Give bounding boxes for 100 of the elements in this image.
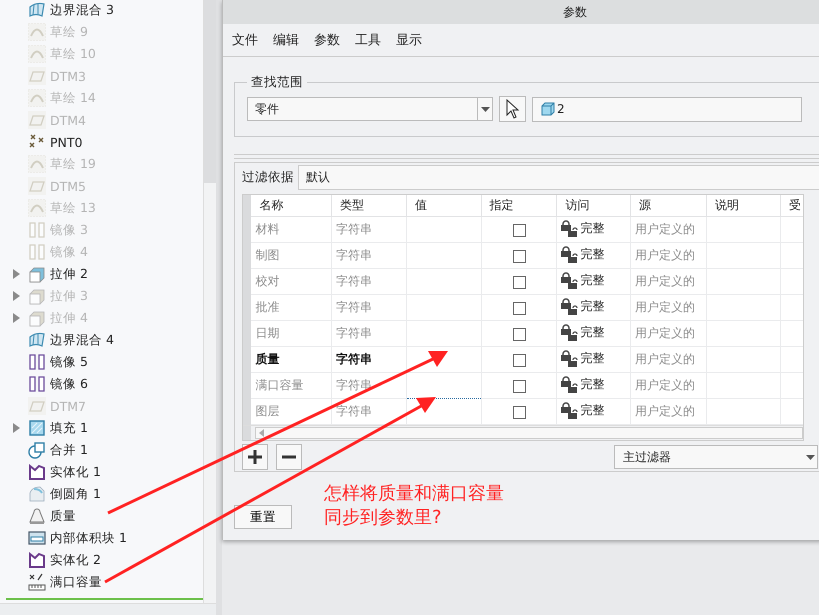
arc-icon — [28, 199, 46, 217]
menu-item[interactable]: 参数 — [314, 31, 340, 49]
tree-item[interactable]: 满口容量 — [50, 574, 102, 590]
column-header[interactable]: 类型 — [331, 195, 406, 216]
checkbox[interactable] — [512, 354, 526, 367]
table-cell: 用户定义的 — [630, 268, 707, 294]
tree-item[interactable]: 合并 1 — [50, 442, 88, 458]
table-cell: 完整 — [580, 220, 604, 236]
table-cell: 用户定义的 — [630, 372, 707, 398]
tree-item[interactable]: 内部体积块 1 — [50, 530, 127, 546]
table-cell: 完整 — [580, 402, 604, 418]
checkbox[interactable] — [512, 302, 526, 315]
tree-item[interactable]: 镜像 5 — [50, 354, 88, 370]
column-header[interactable]: 源 — [630, 195, 707, 216]
table-cell: 完整 — [580, 324, 604, 340]
table-cell: 用户定义的 — [630, 294, 707, 320]
select-button[interactable] — [499, 96, 526, 122]
surface-icon — [28, 1, 46, 19]
remove-button[interactable] — [276, 444, 302, 470]
column-header[interactable]: 指定 — [481, 195, 557, 216]
block-icon — [28, 529, 46, 547]
scope-dropdown[interactable]: 零件 — [247, 97, 493, 121]
lock-icon — [561, 375, 580, 393]
table-cell: 完整 — [580, 298, 604, 314]
mirror-icon — [28, 375, 46, 393]
plus-icon — [248, 450, 262, 464]
dropdown-arrow-icon[interactable] — [480, 106, 490, 112]
tree-item[interactable]: 实体化 1 — [50, 464, 101, 480]
expand-arrow-icon[interactable] — [12, 291, 20, 301]
scroll-left-icon[interactable] — [259, 429, 264, 437]
scrollbar[interactable] — [203, 0, 216, 603]
tree-item[interactable]: 镜像 6 — [50, 376, 88, 392]
arc-icon — [28, 45, 46, 63]
lock-icon — [561, 271, 580, 289]
checkbox[interactable] — [512, 380, 526, 393]
table-cell: 完整 — [580, 272, 604, 288]
parallelogram-icon — [28, 67, 46, 85]
table-cell: 字符串 — [331, 320, 406, 346]
menu-item[interactable]: 文件 — [232, 31, 258, 49]
table-cell: 用户定义的 — [630, 216, 707, 242]
reset-button[interactable]: 重置 — [234, 505, 292, 529]
filter-label: 过滤依据 — [242, 169, 294, 186]
window-title: 参数 — [563, 4, 587, 20]
cube-icon — [541, 102, 555, 116]
menu-item[interactable]: 工具 — [355, 31, 381, 49]
tree-item[interactable]: 边界混合 3 — [50, 2, 114, 18]
annotation-text: 怎样将质量和满口容量 — [324, 482, 504, 506]
scrollbar[interactable] — [255, 427, 803, 439]
checkbox[interactable] — [512, 406, 526, 419]
table-cell: 字符串 — [331, 242, 406, 268]
add-button[interactable] — [242, 444, 268, 470]
lock-icon — [561, 349, 580, 367]
surface-icon — [28, 331, 46, 349]
table-cell: 字符串 — [331, 372, 406, 398]
checkbox[interactable] — [512, 250, 526, 263]
table-cell: 字符串 — [331, 216, 406, 242]
model-field[interactable]: 2 — [532, 96, 802, 122]
dropdown-arrow-icon[interactable] — [806, 454, 815, 460]
menu-item[interactable]: 编辑 — [273, 31, 299, 49]
expand-arrow-icon[interactable] — [12, 269, 20, 279]
column-header[interactable]: 值 — [406, 195, 482, 216]
table-cell: 完整 — [580, 376, 604, 392]
tree-item[interactable]: 倒圆角 1 — [50, 486, 101, 502]
ruler-icon — [28, 573, 46, 591]
arc-icon — [28, 155, 46, 173]
column-header[interactable]: 名称 — [251, 195, 332, 216]
table-cell: 完整 — [580, 246, 604, 262]
lock-icon — [561, 219, 580, 237]
tree-item[interactable]: 实体化 2 — [50, 552, 101, 568]
annotation-text: 同步到参数里? — [324, 506, 443, 530]
lock-icon — [561, 323, 580, 341]
checkbox[interactable] — [512, 328, 526, 341]
column-header[interactable]: 访问 — [556, 195, 631, 216]
overlap-icon — [28, 441, 46, 459]
menu-item[interactable]: 显示 — [396, 31, 422, 49]
column-header[interactable]: 说明 — [706, 195, 780, 216]
tree-item[interactable]: 质量 — [50, 508, 76, 524]
table-cell: 日期 — [251, 320, 332, 346]
tree-item[interactable]: 拉伸 2 — [50, 266, 88, 282]
group-title: 查找范围 — [247, 74, 307, 91]
rounded-block-icon — [28, 485, 46, 503]
arc-icon — [28, 89, 46, 107]
table-cell: 字符串 — [331, 346, 406, 372]
checkbox[interactable] — [512, 276, 526, 289]
table-cell: 材料 — [251, 216, 332, 242]
expand-arrow-icon[interactable] — [12, 313, 20, 323]
cube-icon — [28, 309, 46, 327]
checkbox[interactable] — [512, 224, 526, 237]
expand-arrow-icon[interactable] — [12, 423, 20, 433]
table-cell: 制图 — [251, 242, 332, 268]
filter-dropdown[interactable]: 主过滤器 — [614, 445, 818, 469]
tree-item[interactable]: 填充 1 — [50, 420, 88, 436]
column-header[interactable]: 受 — [780, 195, 803, 216]
scrollbar[interactable] — [0, 603, 216, 615]
lock-icon — [561, 245, 580, 263]
filter-field[interactable]: 默认 — [298, 165, 819, 190]
tree-item[interactable]: PNT0 — [50, 134, 82, 150]
tree-item[interactable]: 边界混合 4 — [50, 332, 114, 348]
table-cell: 字符串 — [331, 268, 406, 294]
mirror-icon — [28, 221, 46, 239]
